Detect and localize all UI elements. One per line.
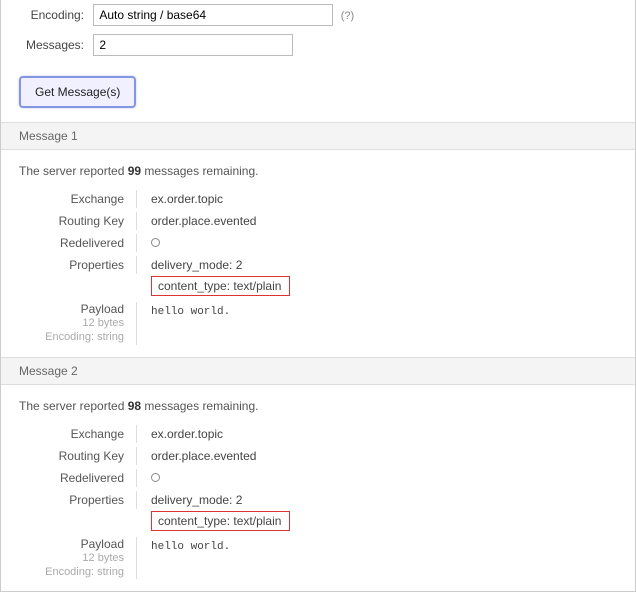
properties-label: Properties [19,256,137,274]
main-panel: Encoding: (?) Messages: Get Message(s) M… [0,0,636,592]
exchange-label: Exchange [19,425,137,443]
delivery-mode: delivery_mode: 2 [151,258,617,272]
get-messages-button[interactable]: Get Message(s) [19,76,136,108]
remaining-text: The server reported 99 messages remainin… [1,150,635,190]
exchange-value: ex.order.topic [137,425,617,441]
routing-key-value: order.place.evented [137,212,617,228]
delivery-mode: delivery_mode: 2 [151,493,617,507]
messages-row: Messages: [19,30,617,60]
redelivered-label: Redelivered [19,234,137,252]
message-header: Message 1 [1,122,635,150]
encoding-label: Encoding: [19,8,84,22]
messages-label: Messages: [19,38,84,52]
messages-input[interactable] [93,34,293,56]
message-header: Message 2 [1,357,635,385]
redelivered-value [137,469,617,485]
payload-label: Payload [19,537,124,551]
redelivered-icon [151,473,160,482]
payload-size: 12 bytes [19,551,124,565]
routing-key-label: Routing Key [19,212,137,230]
payload-encoding: Encoding: string [19,330,124,344]
encoding-help[interactable]: (?) [341,10,354,22]
payload-label: Payload [19,302,124,316]
properties-value: delivery_mode: 2 content_type: text/plai… [137,491,617,531]
redelivered-value [137,234,617,250]
content-type-highlight: content_type: text/plain [151,276,290,296]
redelivered-icon [151,238,160,247]
routing-key-value: order.place.evented [137,447,617,463]
remaining-text: The server reported 98 messages remainin… [1,385,635,425]
routing-key-label: Routing Key [19,447,137,465]
content-type-highlight: content_type: text/plain [151,511,290,531]
payload-encoding: Encoding: string [19,565,124,579]
payload-size: 12 bytes [19,316,124,330]
encoding-input[interactable] [93,4,333,26]
payload-body: hello world. [137,537,230,580]
properties-label: Properties [19,491,137,509]
redelivered-label: Redelivered [19,469,137,487]
payload-body: hello world. [137,302,230,345]
encoding-row: Encoding: (?) [19,0,617,30]
properties-value: delivery_mode: 2 content_type: text/plai… [137,256,617,296]
exchange-value: ex.order.topic [137,190,617,206]
exchange-label: Exchange [19,190,137,208]
